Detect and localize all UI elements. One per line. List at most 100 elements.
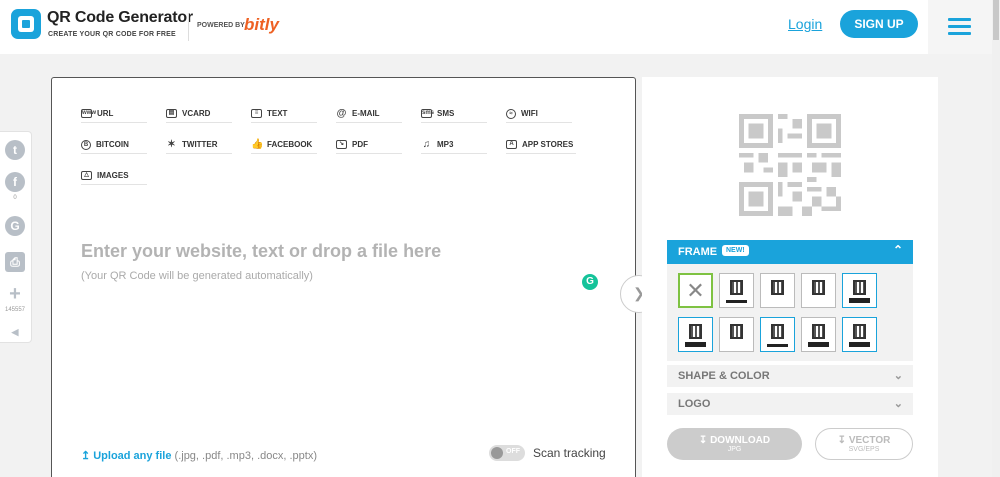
frame-thumb bbox=[812, 324, 825, 339]
type-twitter[interactable]: ✶ TWITTER bbox=[166, 136, 232, 154]
page-scrollbar[interactable] bbox=[992, 0, 1000, 477]
type-wifi[interactable]: ≈ WIFI bbox=[506, 105, 572, 123]
frame-caption bbox=[685, 342, 706, 347]
hamburger-line bbox=[948, 18, 971, 21]
download-label-text: DOWNLOAD bbox=[710, 435, 771, 446]
url-icon: www bbox=[81, 109, 97, 118]
frame-caption bbox=[849, 342, 870, 347]
sms-icon: sms bbox=[421, 109, 435, 118]
type-bitcoin[interactable]: B BITCOIN bbox=[81, 136, 147, 154]
menu-button[interactable] bbox=[928, 0, 992, 54]
chevron-down-icon: ⌄ bbox=[893, 370, 903, 382]
frame-option[interactable] bbox=[842, 273, 877, 308]
brand-subtitle: CREATE YOUR QR CODE FOR FREE bbox=[48, 31, 176, 38]
auto-generate-hint: (Your QR Code will be generated automati… bbox=[81, 270, 313, 282]
frame-option[interactable] bbox=[760, 317, 795, 352]
frame-option[interactable] bbox=[760, 273, 795, 308]
upload-file-link[interactable]: Upload any file bbox=[93, 450, 171, 462]
upload-area: ↥ Upload any file (.jpg, .pdf, .mp3, .doc… bbox=[81, 449, 317, 462]
frame-thumb bbox=[689, 324, 702, 339]
toggle-knob bbox=[491, 447, 503, 459]
print-icon[interactable]: ⎙ bbox=[5, 252, 25, 272]
scan-tracking-label: Scan tracking bbox=[533, 446, 606, 460]
email-icon: @ bbox=[336, 108, 347, 119]
top-header: QR Code Generator CREATE YOUR QR CODE FO… bbox=[0, 0, 1000, 54]
vector-format: SVG/EPS bbox=[848, 446, 880, 453]
frame-section-header[interactable]: FRAME NEW! ⌃ bbox=[667, 240, 913, 264]
toggle-state-label: OFF bbox=[506, 448, 520, 455]
type-url[interactable]: www URL bbox=[81, 105, 147, 123]
vector-download-button[interactable]: ↧ VECTOR SVG/EPS bbox=[815, 428, 913, 460]
frame-option[interactable] bbox=[801, 273, 836, 308]
frame-thumb bbox=[771, 280, 784, 295]
qr-logo-icon[interactable] bbox=[11, 9, 41, 39]
download-button[interactable]: ↧ DOWNLOAD JPG bbox=[667, 428, 802, 460]
hamburger-line bbox=[948, 25, 971, 28]
type-mp3[interactable]: ♫ MP3 bbox=[421, 136, 487, 154]
facebook-icon: 👍 bbox=[251, 139, 264, 150]
powered-by-label: POWERED BY bbox=[197, 22, 245, 29]
app-stores-icon: A bbox=[506, 140, 517, 149]
frame-option[interactable] bbox=[801, 317, 836, 352]
frame-thumb bbox=[730, 324, 743, 339]
type-email[interactable]: @ E-MAIL bbox=[336, 105, 402, 123]
frame-thumb bbox=[853, 280, 866, 295]
facebook-share-icon[interactable]: f bbox=[5, 172, 25, 192]
type-label: E-MAIL bbox=[352, 109, 380, 118]
logo-section[interactable]: LOGO ⌄ bbox=[667, 393, 913, 415]
content-input-placeholder[interactable]: Enter your website, text or drop a file … bbox=[81, 241, 441, 262]
login-link[interactable]: Login bbox=[788, 16, 822, 32]
frame-option[interactable] bbox=[719, 317, 754, 352]
wifi-icon: ≈ bbox=[506, 108, 516, 119]
frame-option[interactable] bbox=[842, 317, 877, 352]
google-share-icon[interactable]: G bbox=[5, 216, 25, 236]
type-facebook[interactable]: 👍 FACEBOOK bbox=[251, 136, 317, 154]
type-app-stores[interactable]: A APP STORES bbox=[506, 136, 576, 154]
upload-icon[interactable]: ↥ bbox=[81, 450, 90, 462]
vcard-icon: ▤ bbox=[166, 109, 177, 118]
scan-tracking-toggle[interactable]: OFF bbox=[489, 445, 525, 461]
scrollbar-thumb[interactable] bbox=[993, 0, 999, 40]
shape-color-label: SHAPE & COLOR bbox=[678, 370, 770, 382]
type-vcard[interactable]: ▤ VCARD bbox=[166, 105, 232, 123]
type-text[interactable]: ≡ TEXT bbox=[251, 105, 317, 123]
download-label: ↧ DOWNLOAD bbox=[698, 435, 771, 446]
mp3-icon: ♫ bbox=[422, 139, 431, 150]
frame-option[interactable] bbox=[678, 317, 713, 352]
sign-up-button[interactable]: SIGN UP bbox=[840, 10, 918, 38]
vector-label: ↧ VECTOR bbox=[837, 435, 891, 446]
type-label: URL bbox=[97, 109, 114, 118]
frame-option-none[interactable]: ✕ bbox=[678, 273, 713, 308]
chevron-down-icon: ⌄ bbox=[893, 398, 903, 410]
brand-title[interactable]: QR Code Generator bbox=[47, 9, 193, 27]
share-total-count: 145557 bbox=[4, 307, 26, 313]
collapse-arrow-icon[interactable]: ◀ bbox=[5, 322, 25, 342]
more-share-icon[interactable]: + bbox=[5, 284, 25, 304]
frame-caption bbox=[767, 344, 788, 347]
images-icon: △ bbox=[81, 171, 92, 180]
frame-options: ✕ bbox=[667, 264, 913, 361]
type-images[interactable]: △ IMAGES bbox=[81, 167, 147, 185]
type-label: IMAGES bbox=[97, 171, 129, 180]
qr-content-panel: www URL ▤ VCARD ≡ TEXT @ E-MAIL sms SMS ≈ WIFI… bbox=[51, 77, 636, 477]
frame-caption bbox=[726, 300, 747, 303]
type-label: SMS bbox=[437, 109, 455, 118]
frame-option[interactable] bbox=[719, 273, 754, 308]
chevron-up-icon: ⌃ bbox=[892, 243, 903, 257]
type-label: WIFI bbox=[521, 109, 538, 118]
type-label: PDF bbox=[352, 140, 368, 149]
bitly-logo[interactable]: bitly bbox=[244, 15, 279, 35]
grammarly-icon[interactable]: G bbox=[582, 274, 598, 290]
type-sms[interactable]: sms SMS bbox=[421, 105, 487, 123]
shape-color-section[interactable]: SHAPE & COLOR ⌄ bbox=[667, 365, 913, 387]
twitter-share-icon[interactable]: t bbox=[5, 140, 25, 160]
frame-thumb bbox=[812, 280, 825, 295]
qr-preview-panel: FRAME NEW! ⌃ ✕ SHAPE & COLOR ⌄ LOGO ⌄ ↧ … bbox=[642, 77, 938, 477]
twitter-icon: ✶ bbox=[167, 139, 176, 150]
pdf-icon: ↘ bbox=[336, 140, 347, 149]
new-badge: NEW! bbox=[722, 245, 749, 256]
type-pdf[interactable]: ↘ PDF bbox=[336, 136, 402, 154]
frame-thumb bbox=[853, 324, 866, 339]
type-label: APP STORES bbox=[522, 140, 574, 149]
hamburger-line bbox=[948, 32, 971, 35]
